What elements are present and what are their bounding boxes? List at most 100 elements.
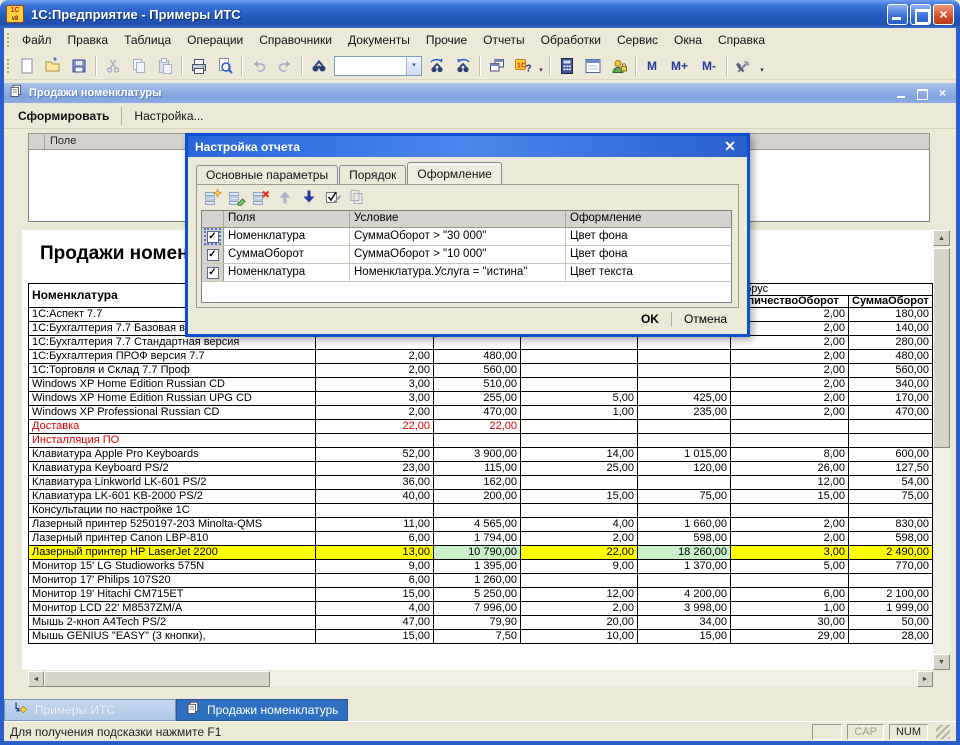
value-cell[interactable]: 2 490,00 bbox=[849, 546, 933, 560]
calendar-icon[interactable] bbox=[580, 55, 606, 77]
value-cell[interactable]: 235,00 bbox=[638, 406, 731, 420]
condition-cell[interactable]: Номенклатура.Услуга = "истина" bbox=[350, 264, 566, 281]
cancel-button[interactable]: Отмена bbox=[672, 309, 739, 329]
menu-item-6[interactable]: Документы bbox=[340, 30, 418, 50]
value-cell[interactable]: 598,00 bbox=[638, 532, 731, 546]
item-name-cell[interactable]: Windows XP Home Edition Russian UPG CD bbox=[29, 392, 316, 406]
menu-item-3[interactable]: Таблица bbox=[116, 30, 179, 50]
checkbox-cell[interactable]: ✓ bbox=[202, 228, 224, 245]
dropdown-caret-icon[interactable]: ▾ bbox=[536, 66, 546, 77]
child-restore-icon[interactable] bbox=[914, 86, 931, 101]
value-cell[interactable]: 180,00 bbox=[849, 308, 933, 322]
value-cell[interactable]: 2,00 bbox=[731, 350, 849, 364]
table-row[interactable]: Монитор 19' Hitachi CM715ET15,005 250,00… bbox=[29, 588, 933, 602]
item-name-cell[interactable]: Клавиатура Apple Pro Keyboards bbox=[29, 448, 316, 462]
value-cell[interactable]: 75,00 bbox=[849, 490, 933, 504]
value-cell[interactable]: 3 900,00 bbox=[434, 448, 521, 462]
value-cell[interactable]: 20,00 bbox=[521, 616, 638, 630]
value-cell[interactable]: 22,00 bbox=[521, 546, 638, 560]
item-name-cell[interactable]: Лазерный принтер 5250197-203 Minolta-QMS bbox=[29, 518, 316, 532]
value-cell[interactable] bbox=[849, 504, 933, 518]
value-cell[interactable]: 15,00 bbox=[316, 630, 434, 644]
value-cell[interactable]: 34,00 bbox=[638, 616, 731, 630]
value-cell[interactable] bbox=[849, 434, 933, 448]
checkbox-checked-icon[interactable]: ✓ bbox=[207, 249, 219, 261]
memory-add-button[interactable]: M+ bbox=[664, 59, 695, 73]
value-cell[interactable]: 79,90 bbox=[434, 616, 521, 630]
horizontal-scrollbar[interactable]: ◄ ► bbox=[28, 671, 933, 687]
tab-main-parameters[interactable]: Основные параметры bbox=[196, 165, 338, 184]
value-cell[interactable]: 25,00 bbox=[521, 462, 638, 476]
table-row[interactable]: Инсталляция ПО bbox=[29, 434, 933, 448]
value-cell[interactable] bbox=[521, 378, 638, 392]
value-cell[interactable]: 15,00 bbox=[316, 588, 434, 602]
value-cell[interactable]: 2,00 bbox=[731, 378, 849, 392]
value-cell[interactable] bbox=[638, 378, 731, 392]
value-cell[interactable]: 127,50 bbox=[849, 462, 933, 476]
menu-item-4[interactable]: Операции bbox=[179, 30, 251, 50]
condition-cell[interactable]: СуммаОборот > "10 000" bbox=[350, 246, 566, 263]
tab-examples-its[interactable]: Примеры ИТС bbox=[4, 699, 176, 721]
value-cell[interactable]: 5,00 bbox=[521, 392, 638, 406]
table-row[interactable]: 1С:Торговля и Склад 7.7 Проф2,00560,002,… bbox=[29, 364, 933, 378]
vertical-scrollbar[interactable]: ▲ ▼ bbox=[933, 230, 950, 670]
paste-icon[interactable] bbox=[152, 55, 178, 77]
value-cell[interactable] bbox=[638, 434, 731, 448]
value-cell[interactable]: 162,00 bbox=[434, 476, 521, 490]
value-cell[interactable] bbox=[434, 504, 521, 518]
item-name-cell[interactable]: Мышь GENIUS "EASY" (3 кнопки), bbox=[29, 630, 316, 644]
value-cell[interactable] bbox=[316, 434, 434, 448]
value-cell[interactable] bbox=[521, 364, 638, 378]
child-close-icon[interactable]: × bbox=[934, 86, 951, 101]
value-cell[interactable]: 2,00 bbox=[731, 364, 849, 378]
value-cell[interactable]: 47,00 bbox=[316, 616, 434, 630]
value-cell[interactable]: 470,00 bbox=[849, 406, 933, 420]
value-cell[interactable]: 1,00 bbox=[521, 406, 638, 420]
value-cell[interactable]: 170,00 bbox=[849, 392, 933, 406]
value-cell[interactable]: 1 260,00 bbox=[434, 574, 521, 588]
save-icon[interactable] bbox=[66, 55, 92, 77]
table-row[interactable]: Лазерный принтер HP LaserJet 220013,0010… bbox=[29, 546, 933, 560]
value-cell[interactable]: 2,00 bbox=[731, 532, 849, 546]
value-cell[interactable] bbox=[638, 350, 731, 364]
value-cell[interactable]: 3,00 bbox=[731, 546, 849, 560]
table-row[interactable]: 1С:Бухгалтерия ПРОФ версия 7.72,00480,00… bbox=[29, 350, 933, 364]
item-name-cell[interactable]: Лазерный принтер Canon LBP-810 bbox=[29, 532, 316, 546]
value-cell[interactable]: 8,00 bbox=[731, 448, 849, 462]
value-cell[interactable]: 2,00 bbox=[316, 350, 434, 364]
item-name-cell[interactable]: 1С:Бухгалтерия 7.7 Стандартная версия bbox=[29, 336, 316, 350]
value-cell[interactable]: 2,00 bbox=[316, 406, 434, 420]
item-name-cell[interactable]: Мышь 2-кноп A4Tech PS/2 bbox=[29, 616, 316, 630]
table-row[interactable]: Монитор LCD 22' M8537ZM/A4,007 996,002,0… bbox=[29, 602, 933, 616]
value-cell[interactable]: 12,00 bbox=[731, 476, 849, 490]
value-cell[interactable] bbox=[849, 574, 933, 588]
value-cell[interactable] bbox=[521, 476, 638, 490]
move-down-icon[interactable] bbox=[297, 187, 321, 207]
value-cell[interactable]: 40,00 bbox=[316, 490, 434, 504]
item-name-cell[interactable]: Windows XP Home Edition Russian CD bbox=[29, 378, 316, 392]
help-1c-icon[interactable]: 1С? bbox=[510, 55, 536, 77]
menu-item-9[interactable]: Обработки bbox=[533, 30, 609, 50]
toggle-check-icon[interactable] bbox=[321, 187, 345, 207]
value-cell[interactable] bbox=[521, 434, 638, 448]
value-cell[interactable]: 14,00 bbox=[521, 448, 638, 462]
dialog-close-icon[interactable]: ✕ bbox=[720, 138, 740, 155]
table-row[interactable]: Клавиатура Keyboard PS/223,00115,0025,00… bbox=[29, 462, 933, 476]
item-name-cell[interactable]: Монитор LCD 22' M8537ZM/A bbox=[29, 602, 316, 616]
item-name-cell[interactable]: Windows XP Professional Russian CD bbox=[29, 406, 316, 420]
value-cell[interactable]: 9,00 bbox=[316, 560, 434, 574]
value-cell[interactable]: 50,00 bbox=[849, 616, 933, 630]
open-file-icon[interactable] bbox=[40, 55, 66, 77]
value-cell[interactable]: 340,00 bbox=[849, 378, 933, 392]
table-row[interactable]: Мышь 2-кноп A4Tech PS/247,0079,9020,0034… bbox=[29, 616, 933, 630]
scroll-left-icon[interactable]: ◄ bbox=[28, 671, 44, 687]
checkbox-checked-icon[interactable]: ✓ bbox=[207, 231, 219, 243]
table-row[interactable]: Доставка22,0022,00 bbox=[29, 420, 933, 434]
value-cell[interactable]: 22,00 bbox=[434, 420, 521, 434]
table-row[interactable]: Windows XP Professional Russian CD2,00 47… bbox=[29, 406, 933, 420]
value-cell[interactable]: 36,00 bbox=[316, 476, 434, 490]
value-cell[interactable]: 4,00 bbox=[521, 518, 638, 532]
resize-grip[interactable] bbox=[936, 725, 950, 739]
value-cell[interactable] bbox=[521, 350, 638, 364]
value-cell[interactable] bbox=[316, 504, 434, 518]
